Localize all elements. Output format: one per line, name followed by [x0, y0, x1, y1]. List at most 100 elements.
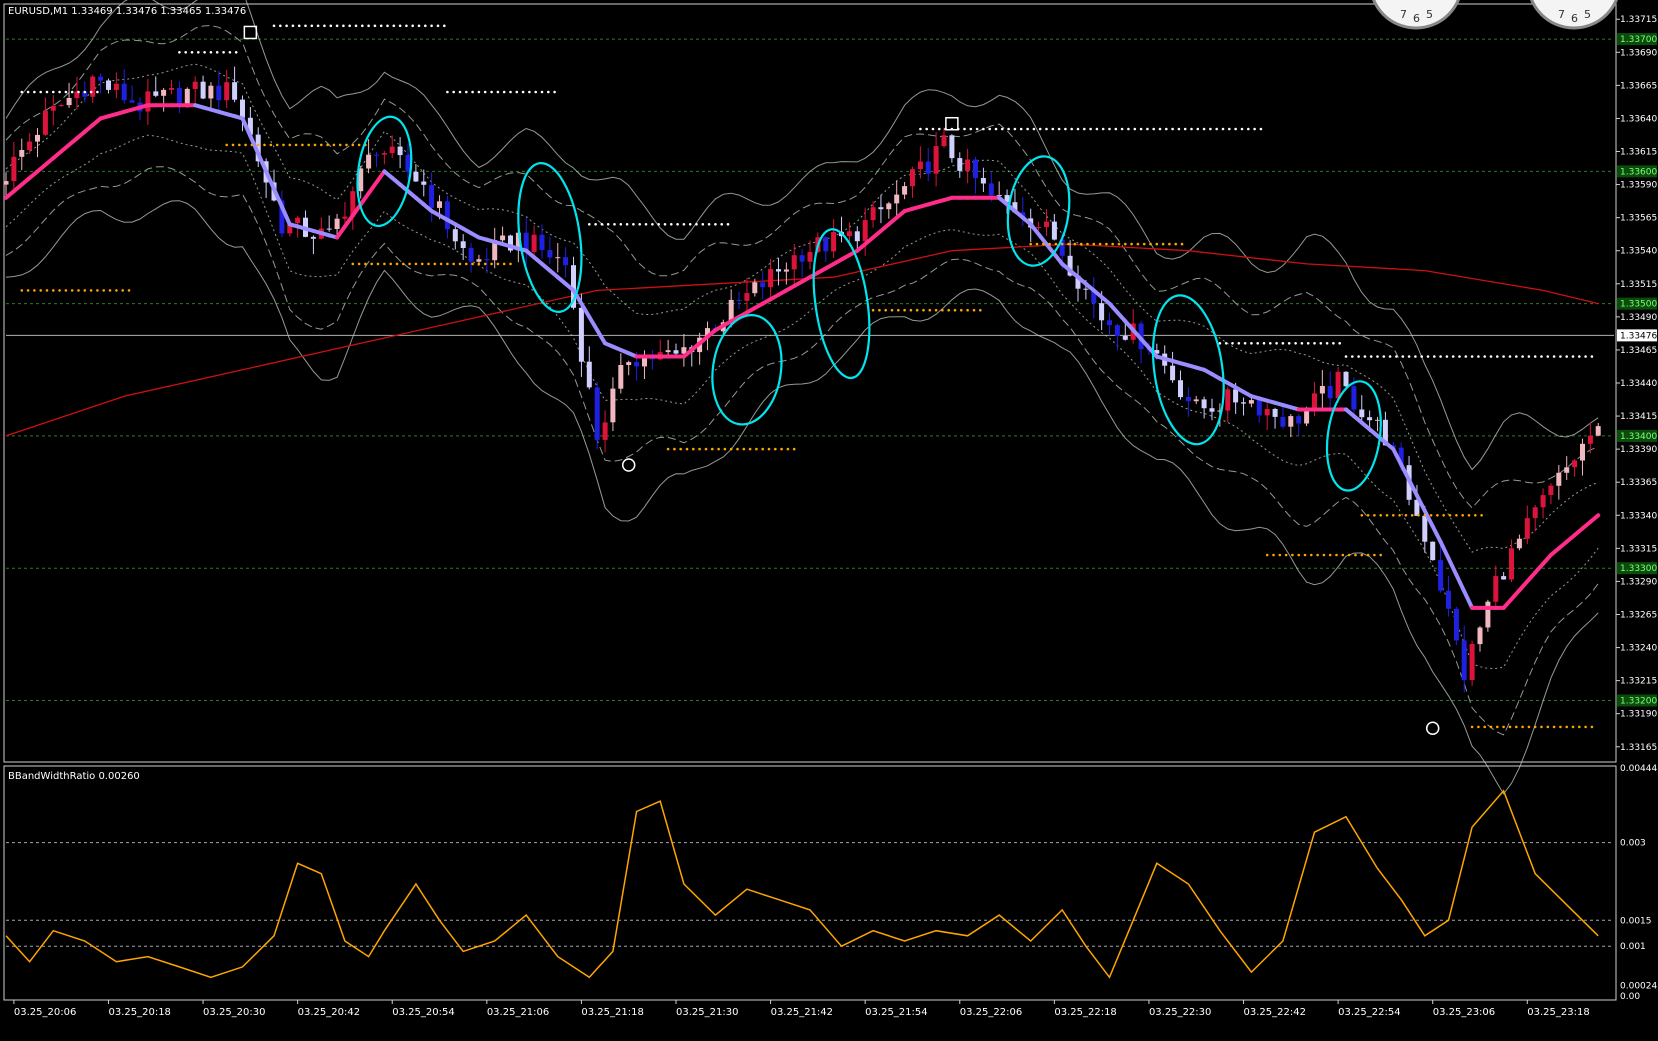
level-dot [521, 90, 525, 94]
level-dot [1559, 725, 1562, 729]
level-dot [1095, 127, 1099, 131]
level-dot [96, 289, 99, 292]
level-dot [439, 262, 443, 266]
level-dot [411, 24, 415, 28]
level-dot [228, 51, 232, 54]
chart-canvas[interactable]: 1.33715 1.33690 1.33665 1.33640 1.33615 1.335… [0, 0, 1658, 1037]
level-dot [1433, 355, 1436, 358]
time-tick-label: 03.25_21:06 [487, 1007, 549, 1018]
candle-body [1485, 601, 1491, 628]
level-dot [52, 289, 55, 292]
level-dot [1174, 242, 1177, 246]
candle-body [1178, 380, 1183, 398]
level-dot [1161, 242, 1165, 246]
candle-body [19, 150, 25, 157]
level-dot [294, 143, 298, 147]
level-dot [275, 143, 279, 147]
candle-body [1335, 371, 1341, 399]
level-dot [1316, 553, 1319, 557]
level-dot [1332, 342, 1335, 345]
candle-body [941, 135, 947, 147]
level-dot [58, 289, 61, 292]
level-dot [909, 308, 913, 312]
candle-body [949, 135, 955, 159]
indicator-title: BBandWidthRatio 0.00260 [8, 771, 140, 782]
level-dot [297, 24, 301, 28]
level-dot [39, 90, 42, 94]
level-dot [1470, 355, 1474, 358]
candle-body [1044, 221, 1049, 228]
level-dot [502, 262, 506, 266]
level-dot [890, 308, 894, 312]
level-dot [376, 262, 380, 266]
level-dot [698, 447, 701, 451]
level-dot [1133, 127, 1137, 131]
level-dot [433, 262, 437, 266]
price-tick-label: 1.33565 [1620, 214, 1657, 224]
level-dot [528, 90, 531, 94]
candle-body [1170, 365, 1176, 381]
level-dot [1256, 342, 1259, 345]
level-dot [83, 289, 87, 292]
level-dot [45, 289, 49, 292]
candle-body [460, 241, 466, 248]
level-dot [786, 447, 790, 451]
level-badge-label: 1.33200 [1620, 696, 1657, 706]
level-dot [446, 262, 449, 266]
candle-body [555, 257, 561, 259]
candle-body [1209, 408, 1215, 412]
level-dot [1146, 127, 1149, 131]
level-dot [509, 262, 512, 266]
candle-body [200, 81, 206, 99]
candle-body [1493, 576, 1499, 602]
level-dot [64, 289, 68, 292]
candle-body [413, 171, 419, 182]
level-dot [89, 289, 93, 292]
level-dot [1124, 242, 1127, 246]
level-dot [755, 447, 758, 451]
level-dot [1224, 342, 1228, 345]
level-dot [1013, 127, 1017, 131]
candle-body [129, 100, 135, 103]
level-dot [547, 90, 550, 94]
candle-body [342, 216, 348, 219]
level-dot [1108, 127, 1111, 131]
level-dot [1354, 553, 1357, 557]
candle-body [1312, 393, 1317, 409]
candle-body [1351, 386, 1357, 410]
level-dot [1515, 725, 1518, 729]
level-dot [354, 24, 358, 28]
level-dot [1420, 355, 1423, 358]
level-dot [1045, 127, 1048, 131]
level-dot [1373, 553, 1376, 557]
level-dot [386, 24, 389, 28]
candle-body [1343, 371, 1349, 387]
level-dot [329, 24, 333, 28]
level-dot [1073, 242, 1077, 246]
price-tick-label: 1.33590 [1620, 181, 1657, 191]
level-dot [288, 143, 292, 147]
level-dot [39, 289, 42, 292]
level-dot [1155, 242, 1159, 246]
level-dot [1385, 514, 1389, 517]
candle-body [531, 234, 537, 252]
candle-body [98, 76, 104, 81]
indicator-tick-label: 0.00024 [1620, 982, 1657, 992]
level-badge-label: 1.33600 [1620, 167, 1657, 177]
candle-body [886, 203, 892, 210]
candle-body [673, 350, 679, 354]
level-badge-label: 1.33400 [1620, 432, 1657, 442]
candle-body [610, 388, 616, 423]
level-dot [367, 24, 370, 28]
level-dot [301, 143, 304, 147]
level-dot [1042, 242, 1045, 246]
level-dot [96, 90, 99, 94]
time-tick-label: 03.25_21:18 [581, 1007, 643, 1018]
level-dot [1338, 342, 1341, 345]
level-dot [1127, 127, 1130, 131]
level-dot [1407, 355, 1411, 358]
level-dot [600, 223, 604, 226]
level-dot [1379, 514, 1382, 517]
candle-body [326, 228, 332, 230]
time-tick-label: 03.25_22:42 [1244, 1007, 1306, 1018]
